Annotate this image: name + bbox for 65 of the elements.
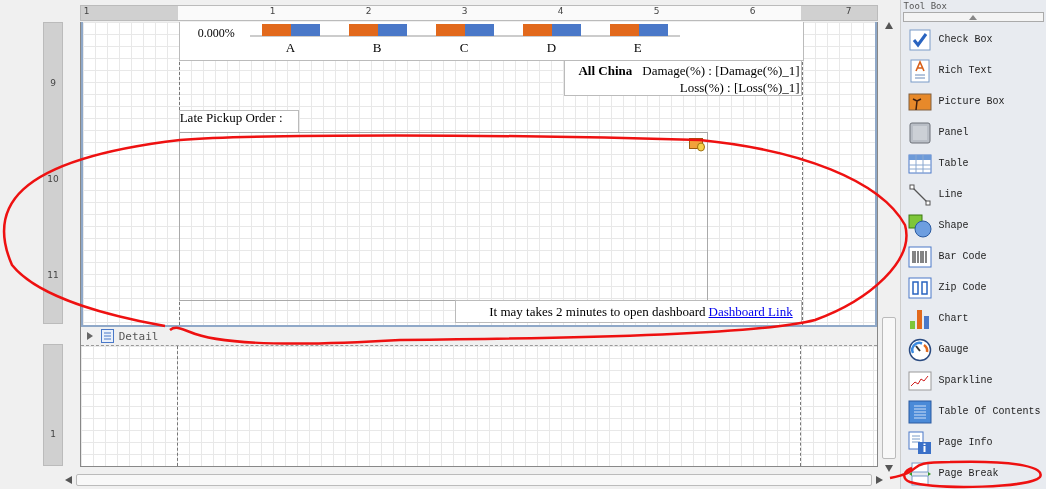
ruler-number: 7 [845, 6, 852, 16]
barcode-icon [907, 244, 932, 269]
toolbox-item[interactable]: Chart [900, 303, 1046, 334]
toolbox-item[interactable]: Panel [900, 117, 1046, 148]
scroll-up-icon [884, 22, 893, 29]
vertical-scrollbar[interactable] [879, 22, 898, 472]
gauge-icon [907, 337, 932, 362]
digits-icon [907, 275, 932, 300]
scroll-right-icon [875, 476, 883, 484]
toolbox-item[interactable]: Table [900, 148, 1046, 179]
ruler-number: 1 [49, 429, 57, 439]
axis-category-label: D [546, 40, 557, 56]
ruler-number: 9 [49, 78, 57, 88]
ruler-number: 4 [557, 6, 564, 16]
panel-icon [907, 120, 932, 145]
scroll-down-icon [884, 465, 893, 472]
toolbox-item[interactable]: Picture Box [900, 86, 1046, 117]
panel-title: Tool Box [902, 0, 948, 12]
axis-tick-label: 0.000% [197, 26, 235, 41]
toolbox-item[interactable]: Rich Text [900, 55, 1046, 86]
scroll-up-button[interactable] [902, 12, 1044, 22]
sparkline-icon [907, 368, 932, 393]
summary-title: All China [578, 63, 633, 78]
scroll-left-icon [64, 476, 72, 484]
dashboard-link[interactable]: Dashboard Link [708, 303, 793, 320]
ruler-number: 11 [46, 270, 60, 280]
ruler-number: 1 [83, 6, 90, 16]
toolbox-item[interactable]: Bar Code [900, 241, 1046, 272]
axis-category-label: A [285, 40, 296, 56]
ruler-number: 2 [365, 6, 372, 16]
toolbox-item[interactable]: Line [900, 179, 1046, 210]
toolbox-item[interactable]: Sparkline [900, 365, 1046, 396]
ruler-number: 1 [269, 6, 276, 16]
toolbox-item[interactable]: Shape [900, 210, 1046, 241]
late-pickup-label: Late Pickup Order : [178, 110, 299, 133]
summary-field: Damage(%) : [Damage(%)_1] [642, 63, 800, 78]
scrollbar-thumb[interactable] [75, 474, 872, 486]
toolbox-item[interactable]: Zip Code [900, 272, 1046, 303]
subreport-icon [688, 138, 705, 152]
table-icon [907, 151, 932, 176]
footer-note: It may takes 2 minutes to open dashboard [489, 303, 706, 320]
axis-category-label: E [633, 40, 642, 56]
line-icon [907, 182, 932, 207]
shapes-icon [907, 213, 932, 238]
axis-category-label: C [459, 40, 469, 56]
axis-category-label: B [372, 40, 382, 56]
toolbox-item[interactable]: Table Of Contents [900, 396, 1046, 427]
toolbox-item[interactable]: Check Box [900, 24, 1046, 55]
ruler-number: 3 [461, 6, 468, 16]
page-break-icon [907, 461, 932, 486]
ruler-number: 6 [749, 6, 756, 16]
ruler-number: 10 [46, 174, 60, 184]
toolbox-item[interactable]: Page Break [900, 458, 1046, 489]
horizontal-scrollbar[interactable] [64, 473, 883, 487]
caret-icon [969, 14, 978, 20]
summary-field: Loss(%) : [Loss(%)_1] [679, 80, 800, 95]
page-info-icon [907, 430, 932, 455]
ruler-number: 5 [653, 6, 660, 16]
toolbox-item[interactable]: Page Info [900, 427, 1046, 458]
band-label: Detail [118, 329, 159, 343]
rich-text-icon [907, 58, 932, 83]
scrollbar-thumb[interactable] [881, 317, 896, 459]
document-list-icon [907, 399, 932, 424]
toolbox-item[interactable]: Gauge [900, 334, 1046, 365]
checkbox-icon [907, 27, 932, 52]
